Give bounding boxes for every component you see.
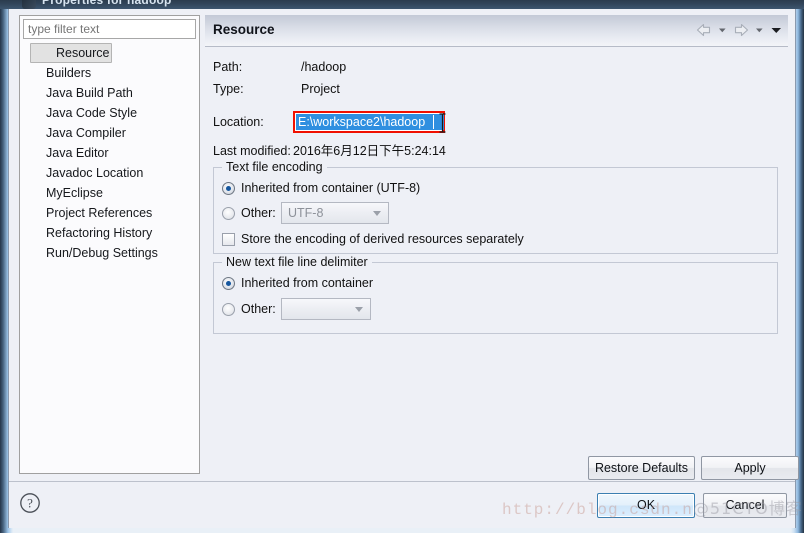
chevron-down-icon — [373, 211, 381, 216]
page-nav-toolbar — [695, 22, 782, 38]
location-label: Location: — [213, 115, 264, 129]
settings-tree-panel: Resource Builders Java Build Path Java C… — [19, 15, 200, 474]
delimiter-inherited-label: Inherited from container — [241, 276, 374, 290]
sidebar-item-java-code-style[interactable]: Java Code Style — [20, 103, 199, 123]
delimiter-other-combo[interactable] — [281, 298, 371, 320]
text-file-encoding-group: Text file encoding Inherited from contai… — [213, 160, 778, 254]
sidebar-item-label: Java Compiler — [46, 126, 126, 140]
forward-arrow-icon[interactable] — [732, 22, 750, 38]
encoding-other-value: UTF-8 — [288, 206, 324, 220]
properties-dialog: Resource Builders Java Build Path Java C… — [8, 9, 799, 528]
sidebar-item-builders[interactable]: Builders — [20, 63, 199, 83]
store-derived-checkbox[interactable]: Store the encoding of derived resources … — [222, 230, 524, 248]
dialog-content: Resource Builders Java Build Path Java C… — [9, 9, 799, 481]
sidebar-item-myeclipse[interactable]: MyEclipse — [20, 183, 199, 203]
property-row-last-modified: Last modified: 2016年6月12日下午5:24:14 — [205, 143, 765, 160]
chevron-down-icon — [355, 307, 363, 312]
sidebar-item-resource[interactable]: Resource — [30, 43, 112, 63]
help-icon[interactable]: ? — [19, 492, 41, 514]
sidebar-item-javadoc-location[interactable]: Javadoc Location — [20, 163, 199, 183]
last-modified-label: Last modified: — [213, 144, 291, 158]
checkbox-indicator-icon — [222, 232, 235, 246]
line-delimiter-title: New text file line delimiter — [222, 255, 372, 269]
encoding-inherited-label: Inherited from container (UTF-8) — [241, 181, 421, 195]
encoding-other-radio[interactable]: Other: — [222, 204, 276, 222]
sidebar-item-label: Javadoc Location — [46, 166, 144, 180]
path-value: /hadoop — [301, 60, 347, 74]
app-icon — [22, 0, 36, 9]
sidebar-item-label: Builders — [46, 66, 92, 80]
encoding-other-label: Other: — [241, 206, 276, 220]
text-file-encoding-title: Text file encoding — [222, 160, 327, 174]
page-body: Path: /hadoop Type: Project Location: E:… — [205, 47, 799, 480]
page-title: Resource — [213, 22, 275, 37]
last-modified-value: 2016年6月12日下午5:24:14 — [293, 144, 446, 158]
radio-indicator-icon — [222, 181, 235, 195]
sidebar-item-label: Refactoring History — [46, 226, 153, 240]
ok-button[interactable]: OK — [597, 493, 695, 518]
radio-indicator-icon — [222, 302, 235, 316]
back-dropdown-icon[interactable] — [716, 22, 729, 38]
sidebar-item-label: Run/Debug Settings — [46, 246, 158, 260]
sidebar-item-java-compiler[interactable]: Java Compiler — [20, 123, 199, 143]
text-caret — [433, 115, 434, 129]
sidebar-item-label: Java Editor — [46, 146, 109, 160]
svg-text:?: ? — [27, 496, 33, 511]
store-derived-label: Store the encoding of derived resources … — [241, 232, 524, 246]
radio-indicator-icon — [222, 206, 235, 220]
sidebar-item-java-build-path[interactable]: Java Build Path — [20, 83, 199, 103]
delimiter-other-label: Other: — [241, 302, 276, 316]
cancel-button[interactable]: Cancel — [703, 493, 787, 518]
delimiter-inherited-radio[interactable]: Inherited from container — [222, 274, 373, 292]
sidebar-item-label: Project References — [46, 206, 153, 220]
sidebar-item-label: Java Build Path — [46, 86, 133, 100]
sidebar-item-label: Java Code Style — [46, 106, 138, 120]
sidebar-item-project-references[interactable]: Project References — [20, 203, 199, 223]
type-value: Project — [301, 82, 340, 96]
property-row-type: Type: Project — [205, 81, 765, 98]
view-menu-icon[interactable] — [769, 22, 782, 38]
type-label: Type: — [213, 82, 244, 96]
line-delimiter-group: New text file line delimiter Inherited f… — [213, 255, 778, 334]
title-bar[interactable]: Properties for hadoop — [0, 0, 804, 9]
window-frame: Properties for hadoop Resource Builders … — [0, 0, 804, 533]
sidebar-item-label: MyEclipse — [46, 186, 103, 200]
location-value-input[interactable]: E:\workspace2\hadoop — [296, 114, 444, 130]
sidebar-item-label: Resource — [56, 46, 110, 60]
restore-defaults-button[interactable]: Restore Defaults — [588, 456, 695, 480]
property-row-path: Path: /hadoop — [205, 59, 765, 76]
sidebar-item-java-editor[interactable]: Java Editor — [20, 143, 199, 163]
delimiter-other-radio[interactable]: Other: — [222, 300, 276, 318]
sidebar-item-run-debug-settings[interactable]: Run/Debug Settings — [20, 243, 199, 263]
window-title: Properties for hadoop — [42, 0, 172, 7]
encoding-other-combo[interactable]: UTF-8 — [281, 202, 389, 224]
forward-dropdown-icon[interactable] — [753, 22, 766, 38]
resource-page: Resource Path: /hadoop Type: Project Loc… — [205, 15, 799, 480]
path-label: Path: — [213, 60, 243, 74]
encoding-inherited-radio[interactable]: Inherited from container (UTF-8) — [222, 179, 420, 197]
location-field-highlight: E:\workspace2\hadoop — [293, 111, 447, 133]
i-beam-cursor-icon — [438, 113, 447, 133]
back-arrow-icon[interactable] — [695, 22, 713, 38]
property-row-location: Location: — [205, 114, 285, 131]
sidebar-item-refactoring-history[interactable]: Refactoring History — [20, 223, 199, 243]
dialog-button-bar: ? OK Cancel — [9, 481, 795, 528]
settings-tree-list: Resource Builders Java Build Path Java C… — [20, 43, 199, 263]
apply-button[interactable]: Apply — [701, 456, 799, 480]
filter-input[interactable] — [23, 19, 196, 39]
page-header: Resource — [205, 15, 788, 47]
radio-indicator-icon — [222, 276, 235, 290]
